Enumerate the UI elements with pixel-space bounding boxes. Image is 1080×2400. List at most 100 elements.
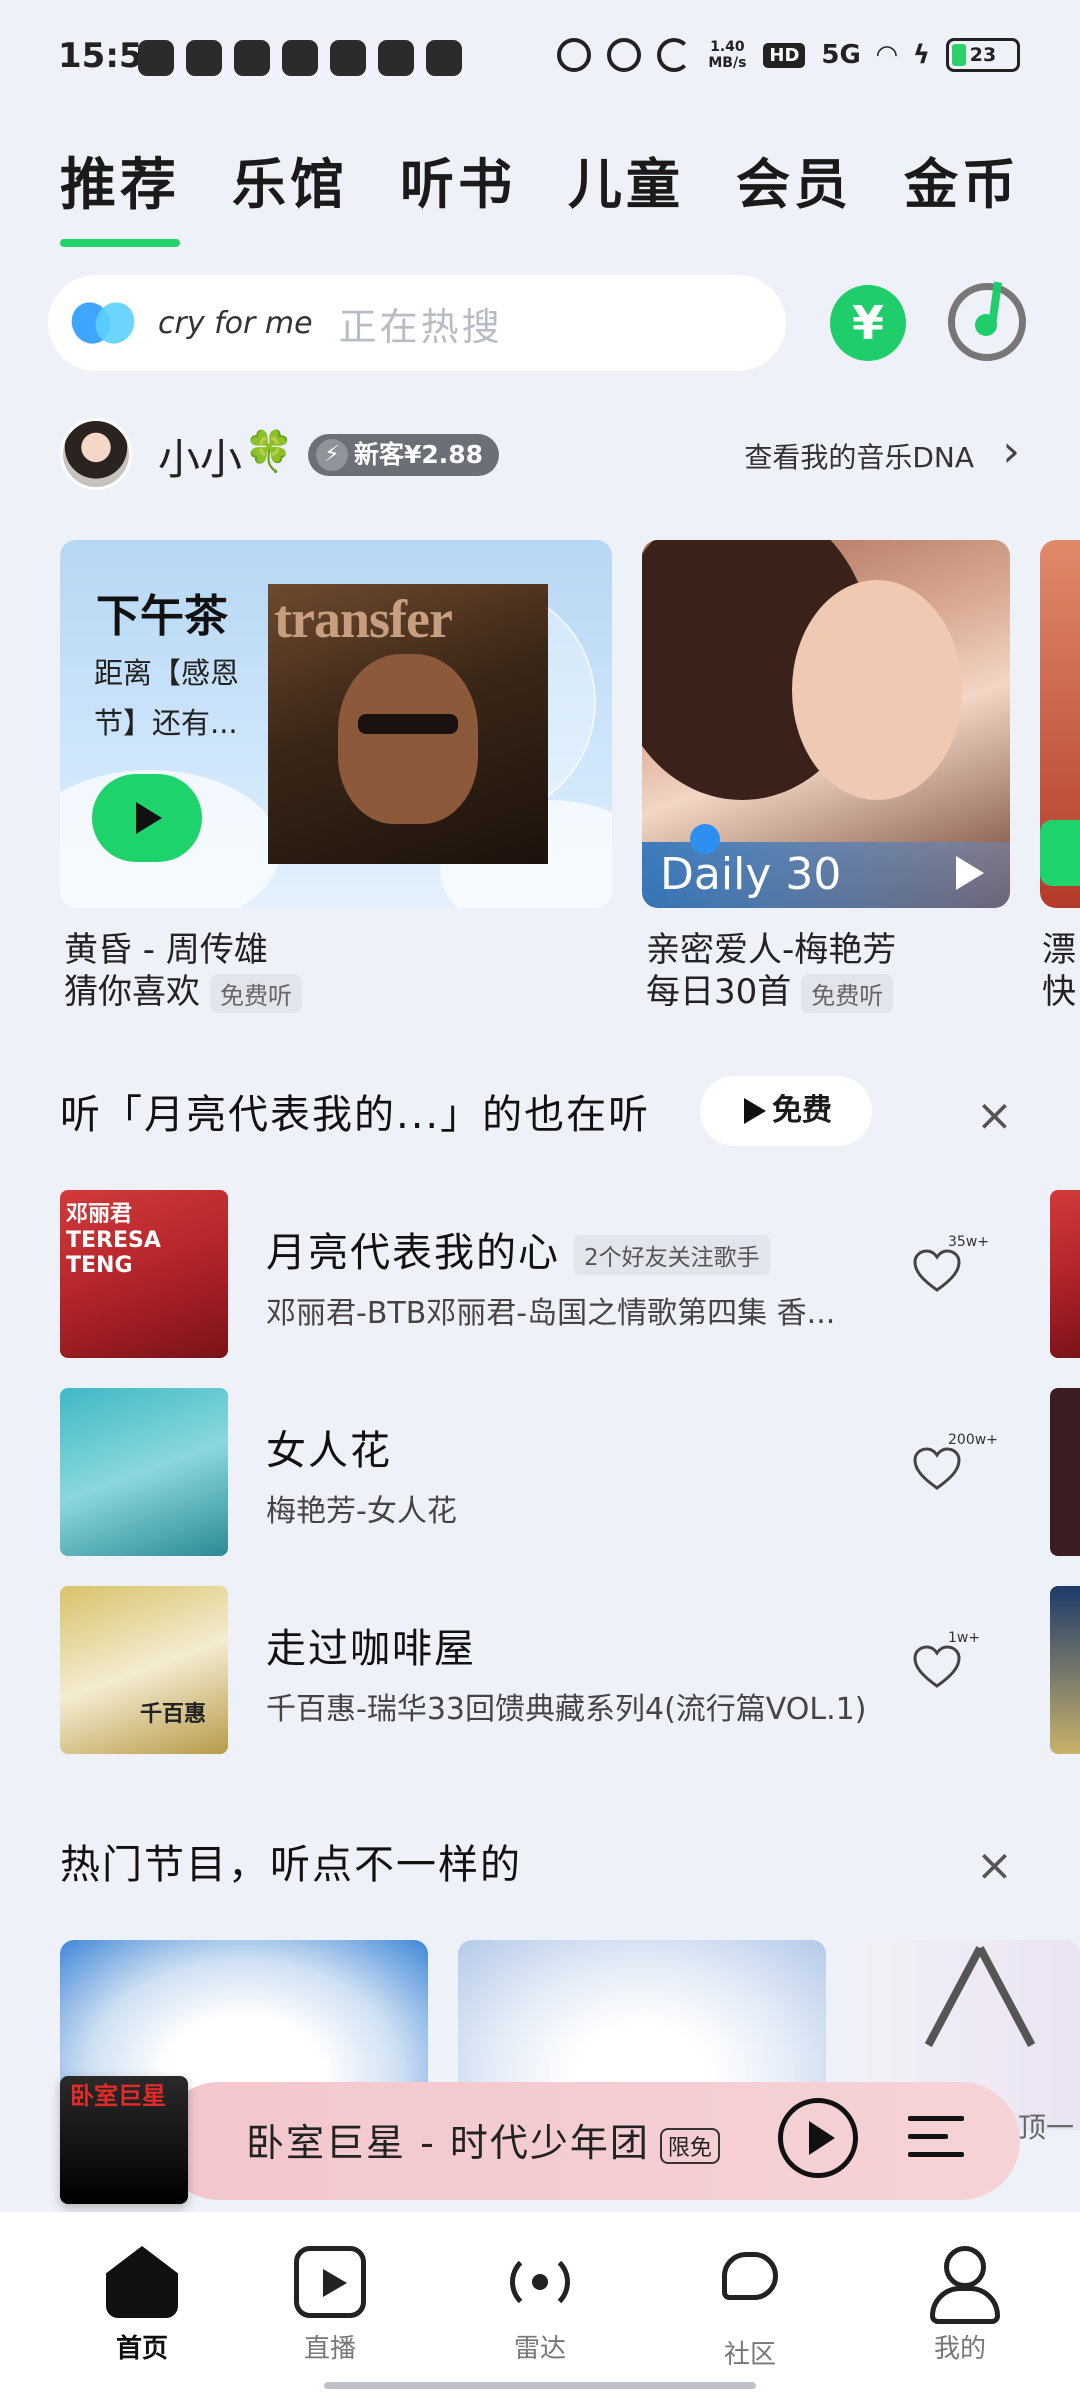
nav-live[interactable]: 直播: [270, 2246, 390, 2365]
pill-notification-icon: [426, 40, 462, 76]
notification-icons: [138, 40, 462, 76]
recommend-carousel: 下午茶 距离【感恩节】还有... transfer Daily 30 黄昏 - …: [60, 540, 1080, 1013]
system-indicators: 1.40 MB/s HD 5G ◠ ϟ 23: [557, 38, 1020, 72]
hd-badge: HD: [763, 42, 806, 68]
qq-notification-icon: [330, 40, 366, 76]
also-listening-section: 听「月亮代表我的...」的也在听 免费: [60, 1076, 1020, 1146]
limited-free-tag: 限免: [659, 2127, 720, 2164]
now-playing-cover[interactable]: 卧室巨星: [60, 2076, 188, 2204]
search-bar[interactable]: cry for me 正在热搜: [48, 275, 786, 371]
home-icon: [106, 2246, 178, 2318]
radar-icon: [504, 2246, 576, 2318]
mute-icon: [607, 38, 642, 72]
peek-text: 顶一: [1018, 2111, 1075, 2144]
list-item[interactable]: 千百惠 走过咖啡屋 千百惠-瑞华33回馈典藏系列4(流行篇VOL.1) 1w+: [60, 1586, 1080, 1754]
album-cover: transfer: [268, 584, 548, 864]
hot-programs-title: 热门节目，听点不一样的: [60, 1842, 522, 1888]
status-bar: 15:52 1.40 MB/s HD 5G ◠ ϟ 23: [0, 0, 1080, 115]
tab-coins[interactable]: 金币: [904, 140, 1020, 221]
list-item[interactable]: 邓丽君 TERESA TENG 月亮代表我的心 2个好友关注歌手 邓丽君-BTB邓…: [60, 1190, 1080, 1358]
daily30-card[interactable]: Daily 30: [642, 540, 1010, 908]
new-user-badge[interactable]: ⚡ 新客¥2.88: [308, 434, 500, 476]
tab-vip[interactable]: 会员: [736, 140, 852, 221]
avatar[interactable]: [60, 418, 132, 490]
nav-label: 直播: [303, 2334, 356, 2364]
play-button[interactable]: [778, 2098, 858, 2178]
nav-profile[interactable]: 我的: [900, 2246, 1020, 2365]
top-tabs: 推荐 乐馆 听书 儿童 会员 金币: [60, 140, 1020, 247]
tab-recommend[interactable]: 推荐: [60, 140, 180, 247]
card-caption-2: 猜你喜欢 免费听: [64, 964, 302, 1013]
list-item[interactable]: 女人花 梅艳芳-女人花 200w+: [60, 1388, 1080, 1556]
song-cover: [60, 1388, 228, 1556]
lightning-icon: ⚡: [316, 439, 348, 471]
card-caption-2: 快: [1042, 972, 1076, 1012]
search-placeholder: 正在热搜: [338, 304, 503, 349]
moon-icon: [657, 38, 692, 72]
net-speed: 1.40 MB/s: [708, 39, 747, 71]
nav-label: 雷达: [513, 2334, 566, 2364]
clover-icon: 🍀: [244, 429, 294, 475]
friend-tag: 2个好友关注歌手: [574, 1235, 770, 1275]
nav-label: 首页: [115, 2334, 168, 2364]
chevron-right-icon[interactable]: ›: [1002, 430, 1020, 474]
user-row: 小小 🍀 ⚡ 新客¥2.88 查看我的音乐DNA ›: [60, 418, 1020, 494]
close-icon[interactable]: ×: [976, 1094, 1013, 1138]
profile-icon: [924, 2246, 1000, 2324]
mini-player[interactable]: 卧室巨星 卧室巨星 - 时代少年团 限免: [60, 2076, 1020, 2206]
nav-label: 社区: [723, 2340, 776, 2370]
tab-kids[interactable]: 儿童: [568, 140, 684, 221]
wifi-icon: ◠: [876, 40, 897, 70]
card-subtitle: 距离【感恩节】还有...: [94, 656, 240, 740]
card-caption-2: 每日30首 免费听: [646, 964, 894, 1013]
call-notification-icon: [186, 40, 222, 76]
nav-radar[interactable]: 雷达: [480, 2246, 600, 2365]
nav-home[interactable]: 首页: [82, 2246, 202, 2365]
like-count: 1w+: [948, 1630, 981, 1646]
next-song-peek[interactable]: [1050, 1190, 1080, 1358]
music-recognition-icon[interactable]: [948, 283, 1026, 361]
free-play-button[interactable]: 免费: [700, 1076, 872, 1146]
music-dna-link[interactable]: 查看我的音乐DNA: [744, 436, 974, 476]
message-notification-icon: [234, 40, 270, 76]
community-icon: [714, 2252, 786, 2324]
tab-audiobook[interactable]: 听书: [400, 140, 516, 221]
coin-button[interactable]: ¥: [830, 285, 906, 361]
next-card-peek[interactable]: [1040, 540, 1080, 908]
like-count: 200w+: [948, 1432, 998, 1448]
search-query: cry for me: [158, 305, 313, 341]
play-icon[interactable]: [956, 856, 984, 890]
tab-music-hall[interactable]: 乐馆: [232, 140, 348, 221]
card-title: 下午茶: [96, 591, 228, 642]
close-icon[interactable]: ×: [976, 1844, 1013, 1888]
song-meta: 梅艳芳-女人花: [266, 1494, 457, 1529]
song-meta: 千百惠-瑞华33回馈典藏系列4(流行篇VOL.1): [266, 1692, 867, 1727]
heart-icon[interactable]: [912, 1644, 962, 1690]
mail-notification-icon: [282, 40, 318, 76]
app-logo-icon: [64, 295, 142, 351]
nav-label: 我的: [933, 2334, 986, 2364]
signal-5g: 5G: [821, 40, 861, 70]
app-notification-icon: [138, 40, 174, 76]
song-cover: 邓丽君 TERESA TENG: [60, 1190, 228, 1358]
alipay-notification-icon: [378, 40, 414, 76]
song-title: 女人花: [266, 1428, 392, 1474]
next-song-peek[interactable]: [1050, 1586, 1080, 1754]
heart-icon[interactable]: [912, 1248, 962, 1294]
next-song-peek[interactable]: [1050, 1388, 1080, 1556]
live-icon: [294, 2246, 366, 2318]
bottom-nav: 首页 直播 雷达 社区 我的: [0, 2212, 1080, 2400]
song-cover: 千百惠: [60, 1586, 228, 1754]
card-play-button[interactable]: [92, 774, 202, 862]
song-meta: 邓丽君-BTB邓丽君-岛国之情歌第四集 香...: [266, 1296, 836, 1331]
free-listen-tag: 免费听: [210, 974, 302, 1013]
charging-icon: ϟ: [912, 40, 930, 70]
gesture-bar[interactable]: [324, 2382, 756, 2389]
now-playing-title: 卧室巨星 - 时代少年团 限免: [246, 2112, 720, 2167]
album-title-art: transfer: [274, 589, 453, 649]
user-name[interactable]: 小小: [158, 426, 242, 487]
afternoon-tea-card[interactable]: 下午茶 距离【感恩节】还有... transfer: [60, 540, 612, 908]
heart-icon[interactable]: [912, 1446, 962, 1492]
nav-community[interactable]: 社区: [690, 2246, 810, 2371]
playlist-icon[interactable]: [908, 2116, 964, 2166]
